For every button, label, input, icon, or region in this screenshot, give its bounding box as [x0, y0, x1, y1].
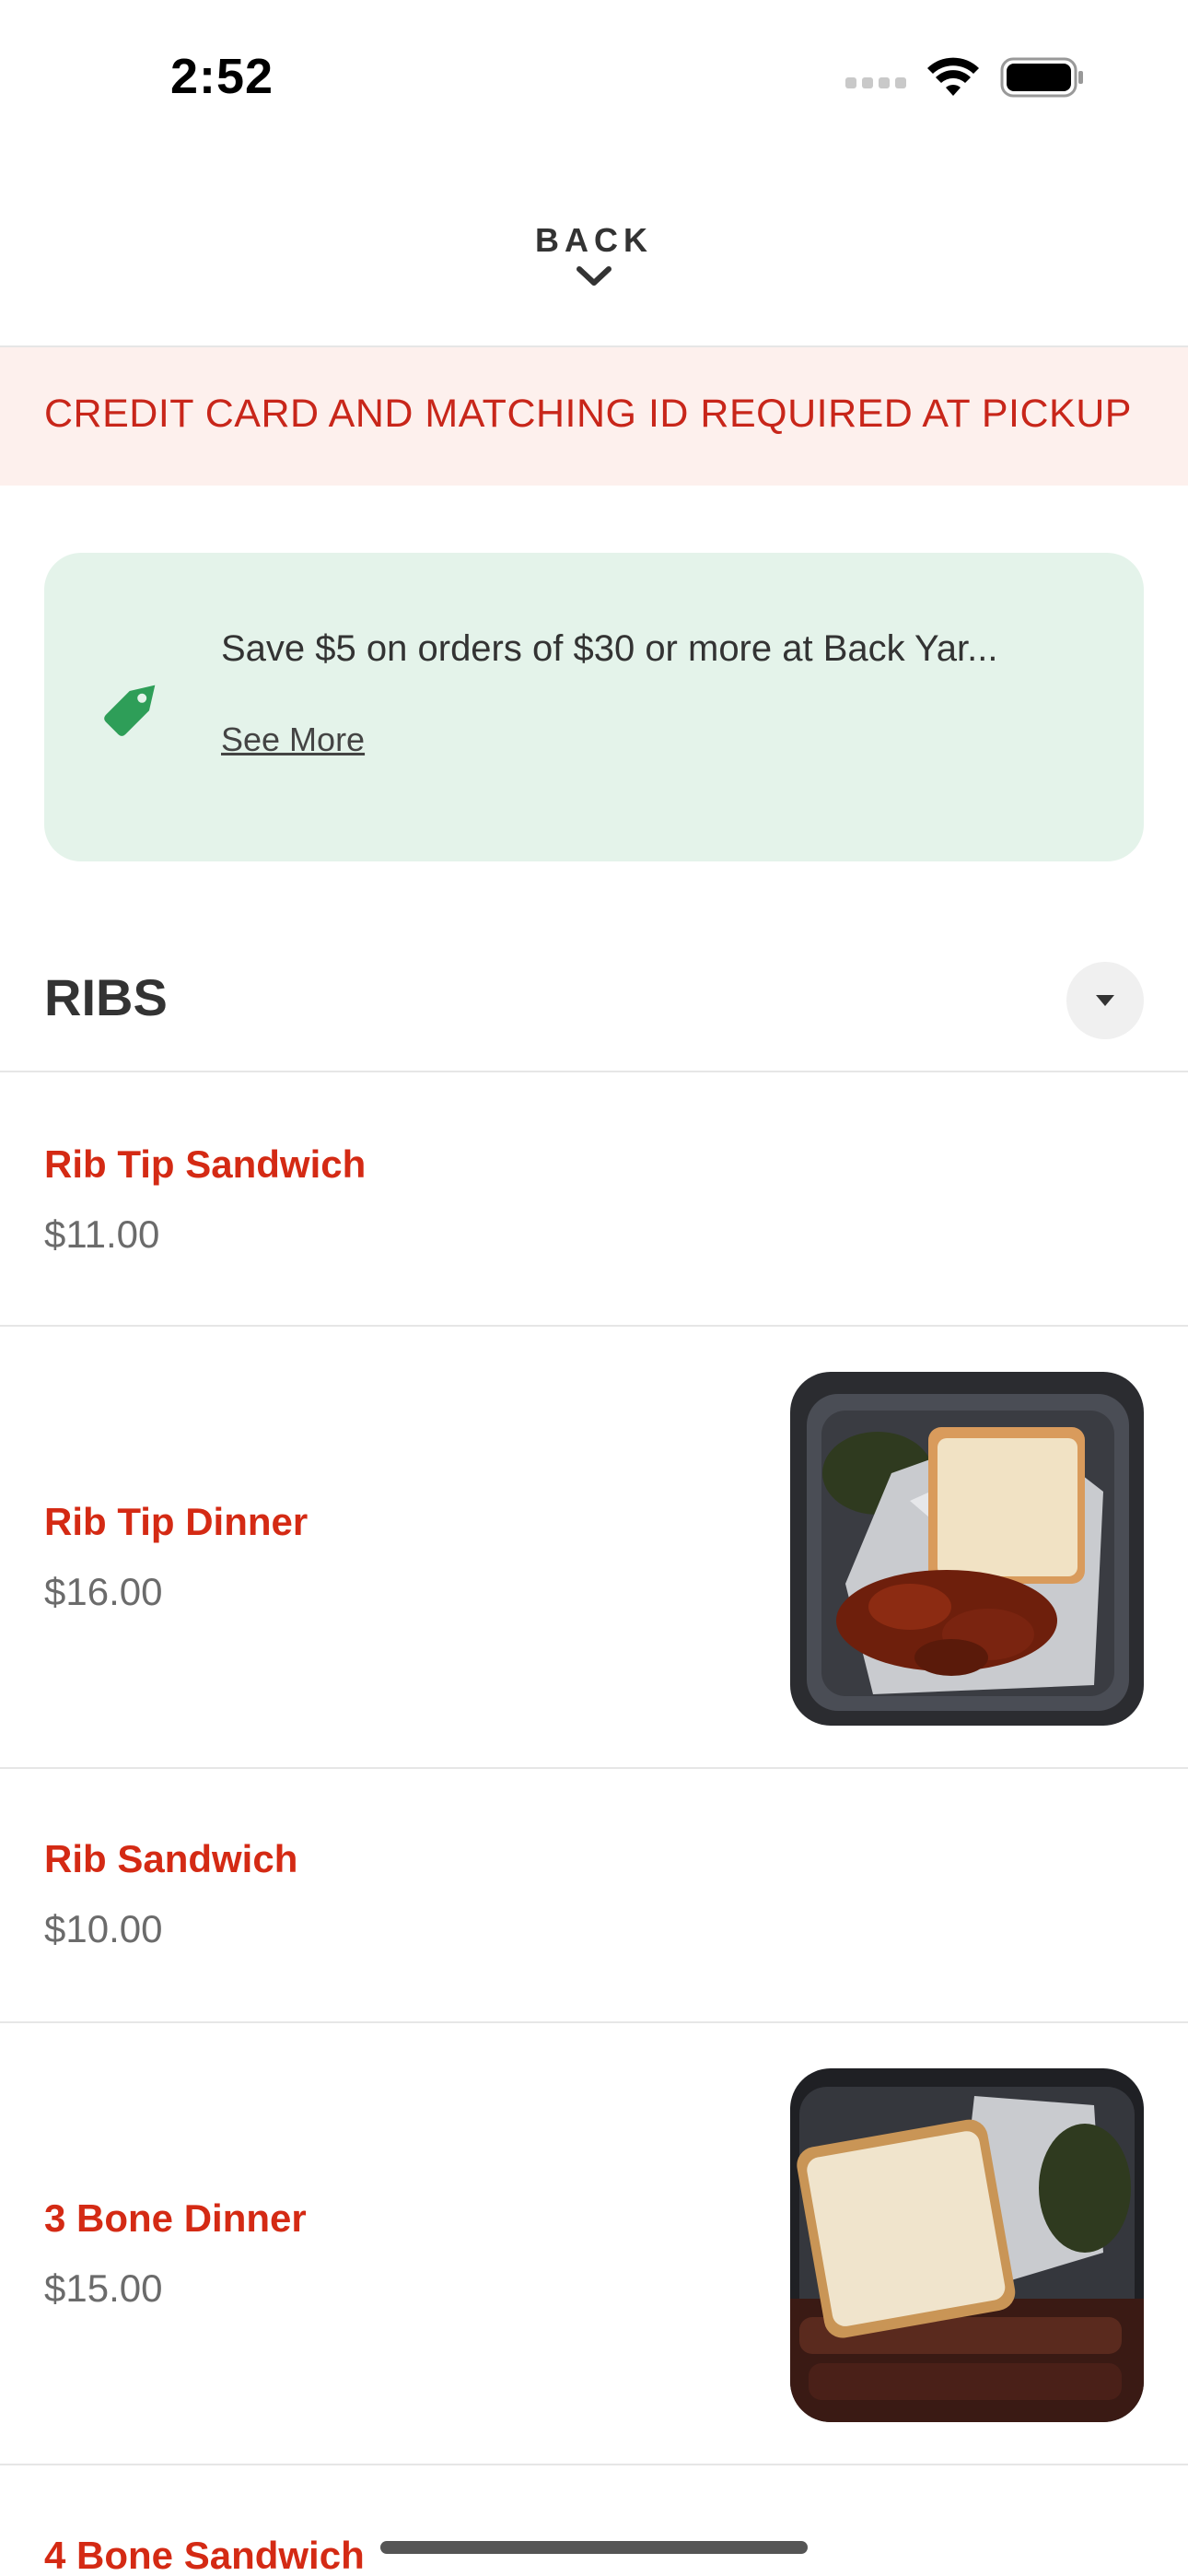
- caret-down-icon: [1096, 995, 1114, 1006]
- status-time: 2:52: [170, 49, 274, 104]
- item-price: $10.00: [44, 1907, 163, 1950]
- item-price: $11.00: [44, 1212, 160, 1256]
- pickup-notice-text: CREDIT CARD AND MATCHING ID REQUIRED AT …: [44, 392, 1132, 436]
- menu-item-rib-sandwich[interactable]: Rib Sandwich $10.00: [0, 1769, 1188, 2022]
- item-price: $15.00: [44, 2266, 163, 2310]
- status-bar: 2:52: [0, 0, 1188, 157]
- item-name: 3 Bone Dinner: [44, 2196, 307, 2240]
- item-image: [790, 1372, 1144, 1726]
- item-name: Rib Tip Sandwich: [44, 1142, 367, 1186]
- section-collapse-button[interactable]: [1066, 962, 1144, 1039]
- item-image: [790, 2068, 1144, 2422]
- back-label: BACK: [535, 221, 653, 259]
- see-more-link[interactable]: See More: [221, 720, 365, 759]
- menu-item-4-bone-sandwich[interactable]: 4 Bone Sandwich: [0, 2465, 1188, 2576]
- cellular-signal-icon: [845, 66, 906, 88]
- item-name: Rib Sandwich: [44, 1837, 298, 1880]
- home-indicator[interactable]: [380, 2541, 808, 2554]
- status-icons: [845, 57, 1085, 98]
- menu-item-rib-tip-sandwich[interactable]: Rib Tip Sandwich $11.00: [0, 1072, 1188, 1326]
- item-name: 4 Bone Sandwich: [44, 2534, 365, 2576]
- battery-icon: [1000, 57, 1085, 98]
- item-price: $16.00: [44, 1570, 163, 1613]
- pickup-notice-banner: CREDIT CARD AND MATCHING ID REQUIRED AT …: [0, 347, 1188, 486]
- wifi-icon: [926, 57, 980, 98]
- menu-item-rib-tip-dinner[interactable]: Rib Tip Dinner $16.00: [0, 1327, 1188, 1767]
- section-title: RIBS: [44, 968, 168, 1026]
- item-name: Rib Tip Dinner: [44, 1500, 309, 1543]
- chevron-down-icon: [577, 266, 611, 286]
- promo-card[interactable]: Save $5 on orders of $30 or more at Back…: [44, 553, 1144, 861]
- promo-text: Save $5 on orders of $30 or more at Back…: [221, 628, 998, 669]
- back-button[interactable]: BACK: [0, 221, 1188, 287]
- price-tag-icon: [104, 685, 156, 736]
- menu-item-3-bone-dinner[interactable]: 3 Bone Dinner $15.00: [0, 2023, 1188, 2464]
